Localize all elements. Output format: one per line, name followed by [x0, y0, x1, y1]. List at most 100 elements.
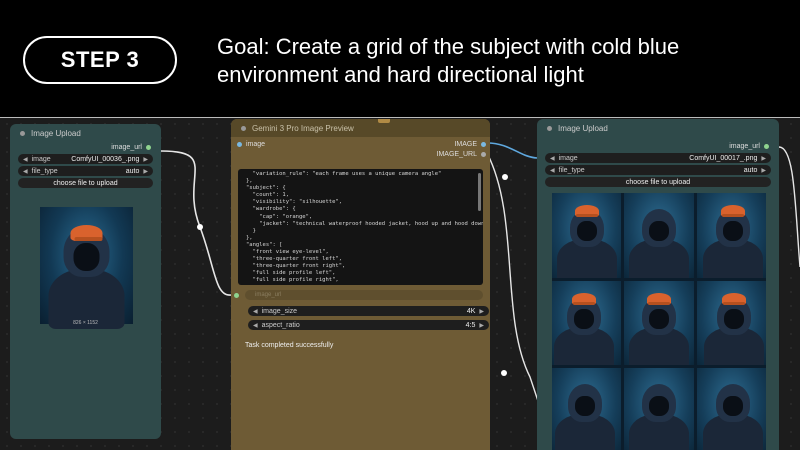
- step-badge: STEP 3: [23, 36, 177, 84]
- widget-label: image: [31, 155, 51, 163]
- grid-frame: [552, 280, 622, 366]
- image-dimensions: 826 × 1152: [73, 320, 98, 326]
- prompt-line: "variation_rule": "each frame uses a uni…: [246, 171, 442, 177]
- arrow-right-icon[interactable]: ▶: [761, 155, 766, 162]
- output-port-icon[interactable]: [481, 151, 486, 157]
- arrow-right-icon[interactable]: ▶: [761, 167, 766, 174]
- prompt-line: },: [246, 178, 253, 185]
- aspect-ratio-widget[interactable]: ◀ aspect_ratio 4:5 ▶: [248, 320, 489, 330]
- collapse-dot-icon[interactable]: [20, 130, 25, 136]
- input-label: image: [246, 140, 266, 148]
- arrow-left-icon[interactable]: ◀: [23, 156, 28, 163]
- grid-frame: [696, 193, 766, 278]
- arrow-left-icon[interactable]: ◀: [550, 167, 555, 174]
- output-url-row: IMAGE_URL: [231, 149, 490, 159]
- input-port-icon[interactable]: [237, 141, 242, 147]
- image-upload-node-result[interactable]: Image Upload image_url ◀ image ComfyUI_0…: [537, 119, 779, 450]
- output-port-row: image_url: [537, 141, 779, 151]
- widget-value: 4:5: [465, 321, 476, 329]
- widget-value: ComfyUI_00036_.png: [71, 155, 140, 163]
- link-image-out: [486, 142, 538, 159]
- prompt-line: "low-angle looking up",: [246, 285, 475, 286]
- prompt-line: "jacket": "technical waterproof hooded j…: [246, 220, 483, 227]
- node-title: Image Upload: [31, 128, 81, 138]
- widget-label: image: [558, 154, 578, 162]
- image-upload-node-source[interactable]: Image Upload image_url ◀ image ComfyUI_0…: [10, 124, 161, 439]
- collapse-dot-icon[interactable]: [547, 125, 552, 131]
- collapse-dot-icon[interactable]: [241, 125, 246, 131]
- upload-button[interactable]: choose file to upload: [545, 177, 771, 187]
- prompt-line: "wardrobe": {: [246, 206, 296, 213]
- image-url-input-row[interactable]: image_url: [234, 290, 483, 300]
- link-url-out: [486, 152, 541, 408]
- arrow-right-icon[interactable]: ▶: [479, 308, 484, 315]
- canvas-top-border: [0, 117, 800, 118]
- arrow-left-icon[interactable]: ◀: [23, 168, 28, 175]
- arrow-left-icon[interactable]: ◀: [550, 155, 555, 162]
- prompt-line: "full side profile left",: [246, 270, 336, 277]
- scrollbar-thumb[interactable]: [478, 173, 481, 211]
- image-url-input[interactable]: image_url: [245, 290, 483, 300]
- output-port-icon[interactable]: [481, 141, 486, 147]
- node-title-bar[interactable]: Image Upload: [537, 119, 779, 137]
- grid-frame: [696, 368, 766, 450]
- image-select-widget[interactable]: ◀ image ComfyUI_00036_.png ▶: [18, 154, 153, 164]
- link-left-to-gemini: [160, 150, 232, 296]
- arrow-left-icon[interactable]: ◀: [253, 308, 258, 315]
- grid-frame: [552, 368, 622, 450]
- output-port-icon[interactable]: [764, 143, 769, 149]
- status-text: Task completed successfully: [245, 342, 334, 349]
- prompt-line: "three-quarter front left",: [246, 256, 343, 263]
- gemini-image-node[interactable]: Gemini 3 Pro Image Preview image IMAGE I…: [231, 119, 490, 450]
- widget-label: image_size: [261, 307, 298, 315]
- result-image-grid: [552, 193, 766, 450]
- prompt-line: "subject": {: [246, 185, 286, 192]
- file-type-widget[interactable]: ◀ file_type auto ▶: [18, 166, 153, 176]
- input-port-icon[interactable]: [234, 292, 239, 298]
- prompt-line: }: [246, 227, 256, 234]
- prompt-line: "count": 1,: [246, 192, 290, 199]
- output-port-row: image_url: [10, 142, 161, 152]
- node-badge: [378, 119, 390, 123]
- node-canvas[interactable]: Image Upload image_url ◀ image ComfyUI_0…: [0, 117, 800, 450]
- grid-frame: [624, 368, 694, 450]
- prompt-line: "three-quarter front right",: [246, 263, 346, 270]
- preview-image: [40, 207, 133, 329]
- prompt-textarea[interactable]: "variation_rule": "each frame uses a uni…: [238, 169, 483, 285]
- widget-value: ComfyUI_00017_.png: [689, 154, 758, 162]
- arrow-right-icon[interactable]: ▶: [479, 322, 484, 329]
- prompt-line: "front view eye-level",: [246, 249, 329, 256]
- upload-button[interactable]: choose file to upload: [18, 178, 153, 188]
- image-size-widget[interactable]: ◀ image_size 4K ▶: [248, 306, 489, 316]
- prompt-line: "visibility": "silhouette",: [246, 199, 343, 206]
- link-right-out: [778, 146, 800, 268]
- output-image-label: IMAGE: [454, 140, 477, 148]
- widget-value: 4K: [466, 307, 476, 315]
- arrow-left-icon[interactable]: ◀: [253, 322, 258, 329]
- arrow-right-icon[interactable]: ▶: [143, 168, 148, 175]
- prompt-line: "cap": "orange",: [246, 213, 313, 220]
- image-select-widget[interactable]: ◀ image ComfyUI_00017_.png ▶: [545, 153, 771, 163]
- io-port-row: image IMAGE: [231, 139, 490, 149]
- goal-text: Goal: Create a grid of the subject with …: [217, 34, 680, 87]
- prompt-line: "full side profile right",: [246, 277, 339, 284]
- grid-frame: [624, 280, 694, 366]
- node-title: Image Upload: [558, 123, 608, 133]
- prompt-line: },: [246, 234, 253, 241]
- output-label: image_url: [111, 143, 142, 151]
- arrow-right-icon[interactable]: ▶: [143, 156, 148, 163]
- node-title-bar[interactable]: Image Upload: [10, 124, 161, 142]
- output-port-icon[interactable]: [146, 144, 151, 150]
- file-type-widget[interactable]: ◀ file_type auto ▶: [545, 165, 771, 175]
- widget-label: aspect_ratio: [261, 321, 300, 329]
- output-label: image_url: [729, 142, 760, 150]
- tutorial-banner: STEP 3 Goal: Create a grid of the subjec…: [0, 0, 800, 117]
- widget-label: file_type: [558, 166, 585, 174]
- widget-label: file_type: [31, 167, 58, 175]
- output-url-label: IMAGE_URL: [436, 150, 477, 158]
- node-title-bar[interactable]: Gemini 3 Pro Image Preview: [231, 119, 490, 137]
- grid-frame: [624, 193, 694, 278]
- node-title: Gemini 3 Pro Image Preview: [252, 123, 354, 133]
- grid-frame: [696, 280, 766, 366]
- grid-frame: [552, 193, 622, 278]
